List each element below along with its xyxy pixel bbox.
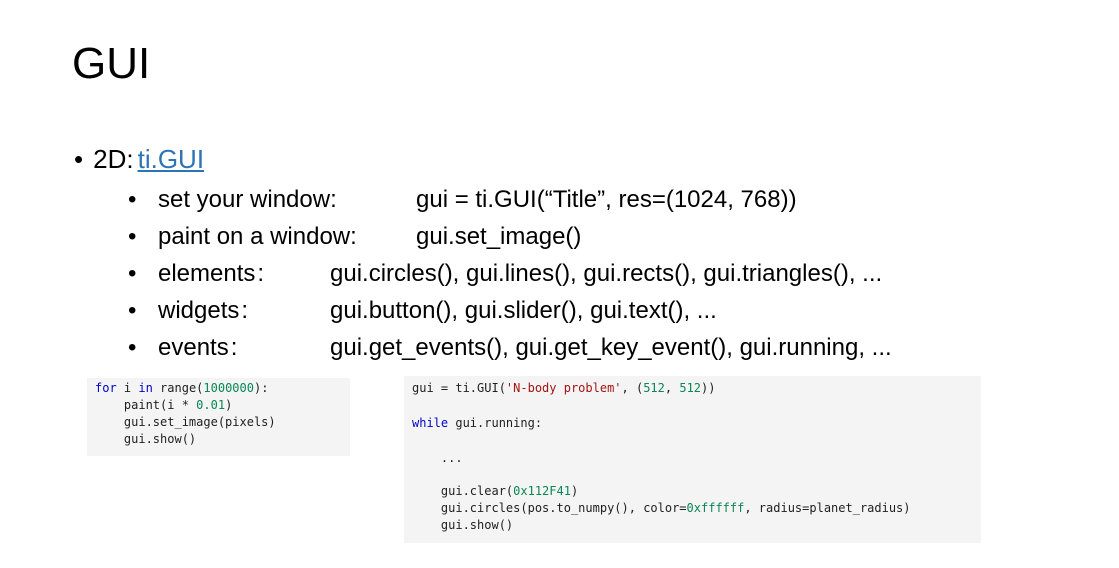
code-line: gui.set_image(pixels) <box>95 415 276 429</box>
item-events: • events: gui.get_events(), gui.get_key_… <box>128 333 892 363</box>
bullet-2d-colon: : <box>126 144 134 174</box>
slide-title: GUI <box>72 39 151 88</box>
ti-gui-link[interactable]: ti.GUI <box>138 144 204 174</box>
bullet-2d-prefix: 2D <box>93 144 127 174</box>
item-widgets: • widgets: gui.button(), gui.slider(), g… <box>128 296 717 326</box>
item-value: gui.button(), gui.slider(), gui.text(), … <box>330 297 717 324</box>
code-block-nbody: gui = ti.GUI('N-body problem', (512, 512… <box>404 376 981 543</box>
code-line: gui.show() <box>95 432 197 446</box>
bullet-2d: • 2D: ti.GUI <box>74 142 204 176</box>
item-label: widgets <box>158 297 240 324</box>
code-line: gui.show() <box>412 518 514 532</box>
code-line: for i in range(1000000): <box>95 381 269 395</box>
item-label: set your window: <box>158 186 337 213</box>
item-value: gui.get_events(), gui.get_key_event(), g… <box>330 334 892 361</box>
bullet-dot: • <box>128 223 137 250</box>
item-paint-window: • paint on a window: gui.set_image() <box>128 222 581 252</box>
code-line: gui = ti.GUI('N-body problem', (512, 512… <box>412 381 716 395</box>
bullet-dot: • <box>128 297 137 324</box>
code-line: while gui.running: <box>412 416 543 430</box>
item-set-window: • set your window: gui = ti.GUI(“Title”,… <box>128 185 797 215</box>
code-line: ... <box>412 451 463 465</box>
item-label: events <box>158 334 229 361</box>
code-block-loop: for i in range(1000000): paint(i * 0.01)… <box>87 378 350 456</box>
bullet-dot: • <box>128 334 137 361</box>
item-value: gui.set_image() <box>416 223 582 250</box>
code-line: gui.clear(0x112F41) <box>412 484 579 498</box>
item-elements: • elements: gui.circles(), gui.lines(), … <box>128 259 882 289</box>
item-label: elements <box>158 260 256 287</box>
item-colon: : <box>241 297 249 324</box>
bullet-dot: • <box>128 260 137 287</box>
item-value: gui.circles(), gui.lines(), gui.rects(),… <box>330 260 883 287</box>
item-value: gui = ti.GUI(“Title”, res=(1024, 768)) <box>416 186 797 213</box>
item-colon: : <box>257 260 265 287</box>
item-colon: : <box>230 334 238 361</box>
code-line: gui.circles(pos.to_numpy(), color=0xffff… <box>412 501 911 515</box>
bullet-dot: • <box>74 144 84 174</box>
item-label: paint on a window: <box>158 223 357 250</box>
code-line: paint(i * 0.01) <box>95 398 233 412</box>
bullet-dot: • <box>128 186 137 213</box>
